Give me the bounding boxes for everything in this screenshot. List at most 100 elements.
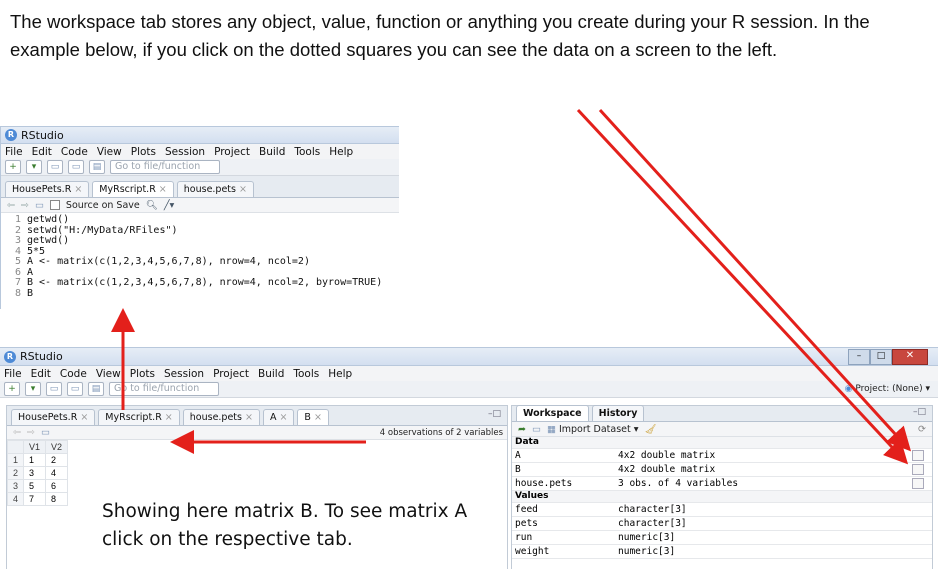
view-data-icon[interactable]	[912, 478, 924, 489]
close-tab-icon[interactable]: ×	[74, 184, 82, 195]
save-all-icon[interactable]: ▭	[68, 160, 84, 174]
tab-myrscript-r[interactable]: MyRscript.R ×	[92, 181, 174, 197]
clear-broom-icon[interactable]: 🧹︎	[645, 424, 657, 435]
save-all-icon[interactable]: ▭	[67, 382, 83, 396]
menu-item-plots[interactable]: Plots	[131, 146, 156, 158]
code-line[interactable]: 5 A <- matrix(c(1,2,3,4,5,6,7,8), nrow=4,…	[1, 256, 399, 268]
wand-icon[interactable]: ╱▾	[164, 200, 175, 211]
close-tab-icon[interactable]: ×	[245, 412, 253, 423]
menu-item-tools[interactable]: Tools	[293, 368, 319, 380]
code-editor[interactable]: 1 getwd() 2 setwd("H:/MyData/RFiles") 3 getwd…	[1, 213, 399, 299]
open-project-icon[interactable]: ▾	[25, 382, 41, 396]
code-line[interactable]: 8B	[1, 288, 399, 300]
import-dataset-button[interactable]: ▦ Import Dataset ▾	[547, 424, 639, 435]
menu-item-edit[interactable]: Edit	[31, 368, 51, 380]
print-icon[interactable]: ▤	[88, 382, 104, 396]
workspace-item-value: numeric[3]	[618, 532, 676, 543]
menu-item-build[interactable]: Build	[259, 146, 285, 158]
workspace-item[interactable]: pets character[3]	[512, 517, 932, 531]
close-tab-icon[interactable]: ×	[239, 184, 247, 195]
save-icon[interactable]: ▭	[47, 160, 63, 174]
workspace-item[interactable]: house.pets 3 obs. of 4 variables	[512, 477, 932, 491]
tab-house-pets[interactable]: house.pets ×	[182, 409, 260, 425]
menu-item-project[interactable]: Project	[214, 146, 250, 158]
rstudio-window-main: R RStudio – □ ✕ File Edit Code View Plots Ses…	[0, 347, 938, 569]
load-workspace-icon[interactable]: ➦	[518, 424, 526, 435]
menu-item-view[interactable]: View	[97, 146, 122, 158]
workspace-item[interactable]: B 4x2 double matrix	[512, 463, 932, 477]
print-icon[interactable]: ▤	[89, 160, 105, 174]
tab-housepets-r[interactable]: HousePets.R ×	[5, 181, 90, 197]
menu-item-session[interactable]: Session	[164, 368, 204, 380]
tab-workspace[interactable]: Workspace	[516, 405, 589, 421]
table-row: 112	[6, 453, 69, 467]
menu-item-plots[interactable]: Plots	[130, 368, 155, 380]
menu-item-file[interactable]: File	[5, 146, 23, 158]
grid-cell: 1	[23, 453, 47, 467]
view-data-icon[interactable]	[912, 464, 924, 475]
new-file-icon[interactable]: +	[4, 382, 20, 396]
menu-item-help[interactable]: Help	[329, 146, 353, 158]
tab-myrscript-r[interactable]: MyRscript.R ×	[98, 409, 180, 425]
tab-house-pets[interactable]: house.pets ×	[176, 181, 254, 197]
close-tab-icon[interactable]: ×	[159, 184, 167, 195]
save-icon[interactable]: ▭	[46, 382, 62, 396]
values-list: feed character[3] pets character[3] run numer…	[512, 503, 932, 559]
row-number: 1	[6, 453, 25, 467]
back-arrow-icon[interactable]: ⇦	[13, 427, 21, 438]
tab-label: house.pets	[189, 412, 242, 423]
import-label: Import Dataset	[558, 423, 631, 435]
menu-item-session[interactable]: Session	[165, 146, 205, 158]
view-data-icon[interactable]	[912, 450, 924, 461]
workspace-item-value: 4x2 double matrix	[618, 450, 716, 461]
maximize-button[interactable]: □	[870, 349, 892, 365]
close-button[interactable]: ✕	[892, 349, 928, 365]
code-line[interactable]: 7 B <- matrix(c(1,2,3,4,5,6,7,8), nrow=4,…	[1, 277, 399, 289]
code-line[interactable]: 1 getwd()	[1, 214, 399, 226]
pane-minmax-icon[interactable]: –□	[488, 409, 501, 419]
goto-file-input[interactable]: Go to file/function	[110, 160, 220, 174]
open-project-icon[interactable]: ▾	[26, 160, 42, 174]
menu-item-view[interactable]: View	[96, 368, 121, 380]
menu-item-build[interactable]: Build	[258, 368, 284, 380]
back-arrow-icon[interactable]: ⇦	[7, 200, 15, 211]
tab-b[interactable]: B ×	[297, 409, 329, 425]
workspace-item[interactable]: feed character[3]	[512, 503, 932, 517]
menu-bar: File Edit Code View Plots Session Project Build…	[0, 366, 938, 381]
pane-minmax-icon[interactable]: –□	[913, 407, 926, 417]
code-text: getwd()	[27, 214, 70, 225]
goto-file-input[interactable]: Go to file/function	[109, 382, 219, 396]
close-tab-icon[interactable]: ×	[279, 412, 287, 423]
save-icon[interactable]: ▭	[35, 200, 44, 211]
menu-item-tools[interactable]: Tools	[294, 146, 320, 158]
menu-item-help[interactable]: Help	[328, 368, 352, 380]
workspace-item[interactable]: run numeric[3]	[512, 531, 932, 545]
popout-icon[interactable]: ▭	[41, 427, 50, 438]
menu-item-project[interactable]: Project	[213, 368, 249, 380]
refresh-icon[interactable]: ⟳	[918, 424, 926, 435]
tab-a[interactable]: A ×	[262, 409, 295, 425]
search-icon[interactable]: 🔍︎	[146, 200, 158, 211]
caption-text: Showing here matrix B. To see matrix A c…	[102, 501, 468, 550]
workspace-item[interactable]: A 4x2 double matrix	[512, 449, 932, 463]
minimize-button[interactable]: –	[848, 349, 870, 365]
menu-item-edit[interactable]: Edit	[32, 146, 52, 158]
close-tab-icon[interactable]: ×	[314, 412, 322, 423]
save-workspace-icon[interactable]: ▭	[532, 424, 541, 435]
close-tab-icon[interactable]: ×	[80, 412, 88, 423]
code-line[interactable]: 3 getwd()	[1, 235, 399, 247]
project-menu[interactable]: ◉ Project: (None) ▾	[845, 384, 930, 394]
tab-history[interactable]: History	[591, 405, 645, 421]
close-tab-icon[interactable]: ×	[165, 412, 173, 423]
window-titlebar: R RStudio – □ ✕	[0, 348, 938, 366]
source-on-save-checkbox[interactable]	[49, 200, 60, 210]
menu-item-code[interactable]: Code	[61, 146, 88, 158]
menu-item-file[interactable]: File	[4, 368, 22, 380]
new-file-icon[interactable]: +	[5, 160, 21, 174]
forward-arrow-icon[interactable]: ⇨	[21, 200, 29, 211]
forward-arrow-icon[interactable]: ⇨	[27, 427, 35, 438]
code-text: A <- matrix(c(1,2,3,4,5,6,7,8), nrow=4, …	[27, 256, 310, 267]
tab-housepets-r[interactable]: HousePets.R ×	[11, 409, 96, 425]
workspace-item[interactable]: weight numeric[3]	[512, 545, 932, 559]
menu-item-code[interactable]: Code	[60, 368, 87, 380]
